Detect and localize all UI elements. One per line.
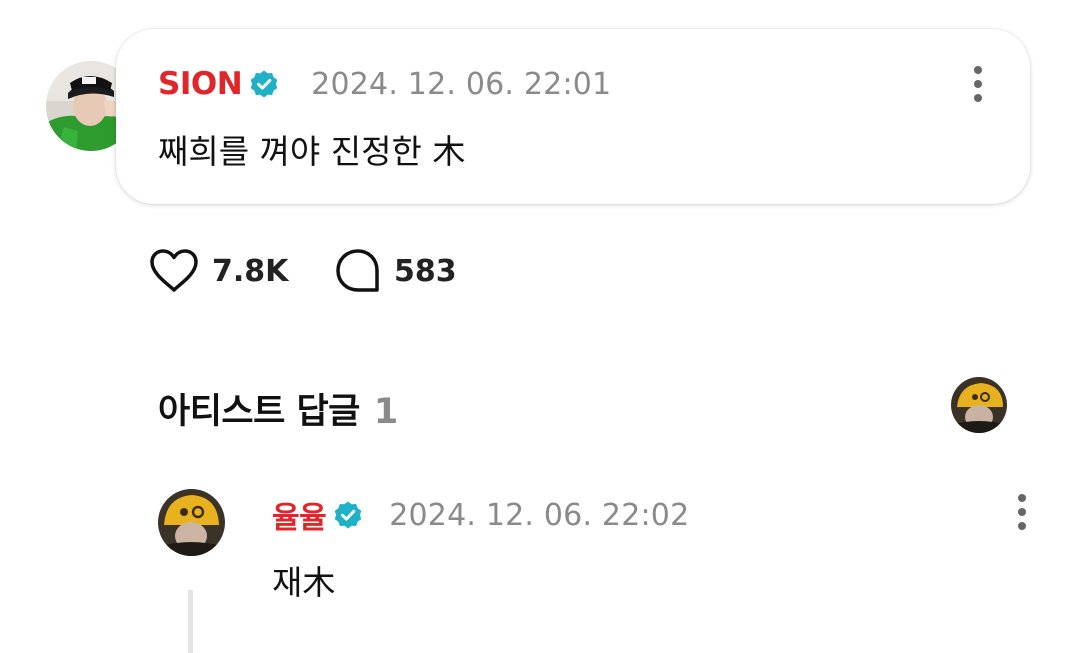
artist-replies-count: 1 bbox=[373, 392, 398, 432]
like-count: 7.8K bbox=[212, 253, 289, 289]
post-text: 째희를 껴야 진정한 木 bbox=[158, 132, 466, 171]
reply-more-icon[interactable] bbox=[1007, 490, 1037, 534]
artist-replies-avatar[interactable] bbox=[951, 377, 1007, 433]
thread-line bbox=[188, 590, 193, 653]
avatar-image bbox=[158, 489, 225, 556]
reply-header: 율율 2024. 12. 06. 22:02 bbox=[272, 493, 689, 537]
comment-button[interactable]: 583 bbox=[334, 246, 457, 296]
verified-badge-icon bbox=[333, 500, 363, 530]
reply-text: 재木 bbox=[272, 563, 336, 602]
avatar-image bbox=[951, 377, 1007, 433]
post-timestamp: 2024. 12. 06. 22:01 bbox=[311, 66, 612, 102]
reply-author-name[interactable]: 율율 bbox=[272, 493, 327, 537]
reply-timestamp: 2024. 12. 06. 22:02 bbox=[389, 497, 690, 533]
reply-author-avatar[interactable] bbox=[158, 489, 225, 556]
artist-replies-header: 아티스트 답글 1 bbox=[158, 383, 398, 434]
post-header: SION 2024. 12. 06. 22:01 bbox=[158, 62, 611, 106]
post-more-icon[interactable] bbox=[963, 62, 993, 106]
post-author-name[interactable]: SION bbox=[158, 66, 243, 102]
post-detail-screen: SION 2024. 12. 06. 22:01 째희를 껴야 진정한 木 7.… bbox=[0, 0, 1080, 653]
like-button[interactable]: 7.8K bbox=[148, 246, 288, 296]
verified-badge-icon bbox=[249, 69, 279, 99]
heart-outline-icon bbox=[150, 249, 198, 292]
artist-replies-title: 아티스트 답글 bbox=[158, 392, 360, 432]
post-card: SION 2024. 12. 06. 22:01 째희를 껴야 진정한 木 bbox=[116, 29, 1030, 204]
comment-count: 583 bbox=[394, 253, 457, 289]
speech-bubble-outline-icon bbox=[336, 249, 379, 292]
